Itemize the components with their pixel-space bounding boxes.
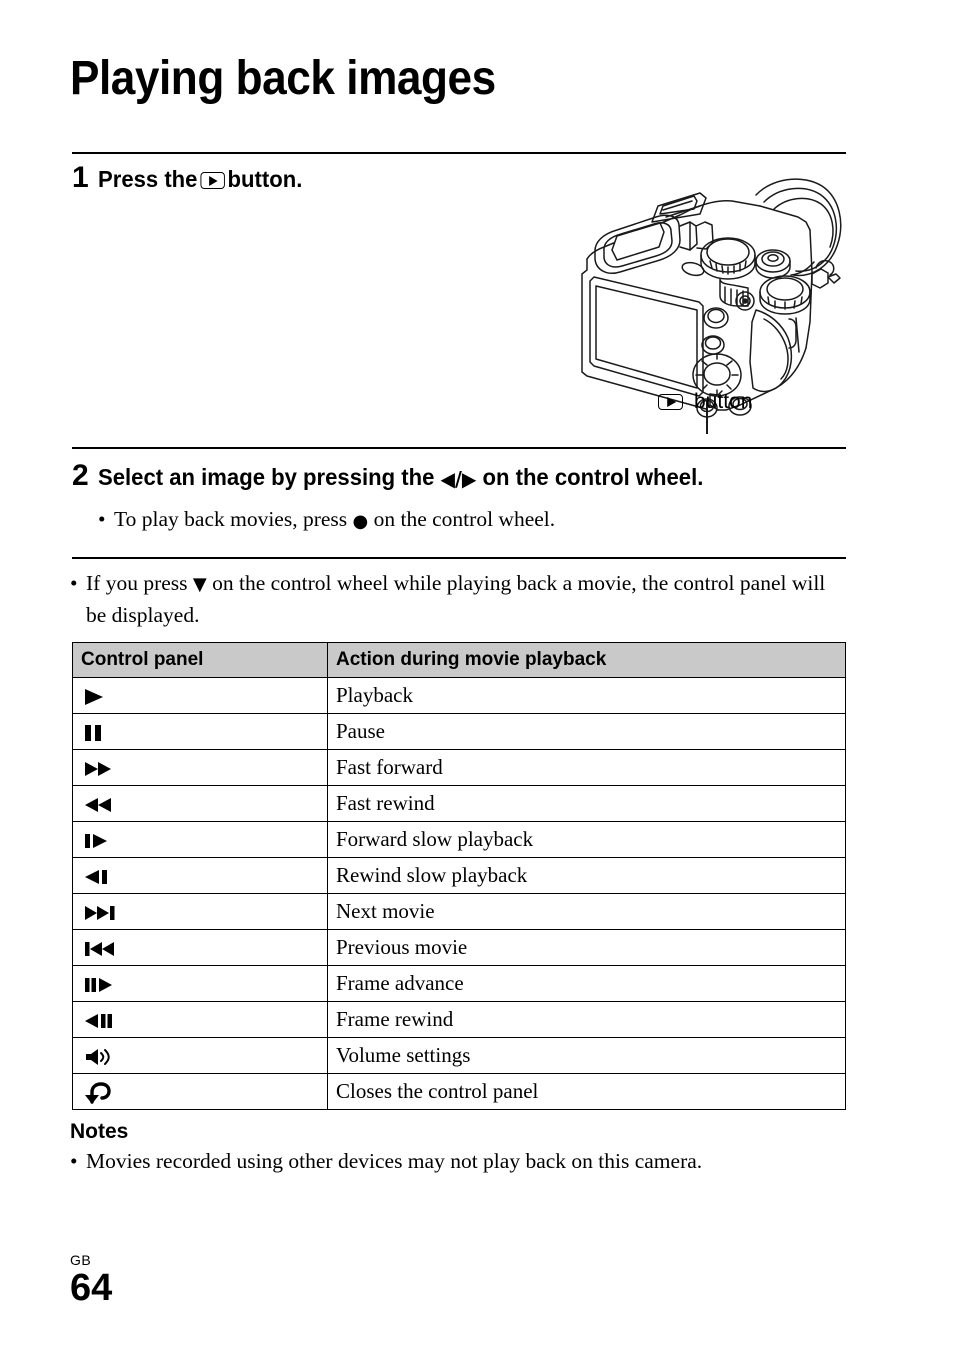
frame-rewind-icon (72, 1001, 328, 1038)
table-row: Volume settings (72, 1037, 846, 1074)
bullet-marker: • (98, 507, 106, 531)
table-row: Frame advance (72, 965, 846, 1002)
rule-above-step-2 (72, 447, 846, 449)
slow-rewind-icon (72, 857, 328, 894)
fast-rewind-icon (72, 785, 328, 822)
page-title: Playing back images (70, 52, 496, 105)
rule-above-intro-note (72, 557, 846, 559)
frame-advance-icon (72, 965, 328, 1002)
table-header-row: Control panel Action during movie playba… (72, 642, 846, 678)
table-row: Fast forward (72, 749, 846, 786)
row-action: Frame rewind (327, 1001, 846, 1038)
previous-movie-icon (72, 929, 328, 966)
center-button-icon: ● (352, 511, 369, 532)
row-action: Closes the control panel (327, 1073, 846, 1110)
bullet-marker: • (70, 571, 78, 595)
row-action: Previous movie (327, 929, 846, 966)
row-action: Fast forward (327, 749, 846, 786)
table-row: Forward slow playback (72, 821, 846, 858)
play-icon (72, 677, 328, 714)
step-1-text-before: Press the (97, 166, 198, 192)
slow-forward-icon (72, 821, 328, 858)
table-row: Fast rewind (72, 785, 846, 822)
step-2-text: Select an image by pressing the ◀/▶ on t… (97, 464, 704, 491)
callout-label: button (694, 390, 753, 413)
step-1-number: 1 (72, 161, 89, 194)
row-action: Volume settings (327, 1037, 846, 1074)
note-text: Movies recorded using other devices may … (86, 1149, 703, 1173)
left-right-arrows-icon: ◀/▶ (440, 467, 477, 491)
step-2: 2 Select an image by pressing the ◀/▶ on… (72, 461, 742, 491)
row-action: Forward slow playback (327, 821, 846, 858)
bullet-text-after: on the control wheel. (373, 507, 556, 531)
volume-icon (72, 1037, 328, 1074)
table-row: Closes the control panel (72, 1073, 846, 1110)
row-action: Next movie (327, 893, 846, 930)
footer-page-number: 64 (70, 1267, 113, 1309)
bullet-text-before: To play back movies, press (114, 507, 348, 531)
table-header-control-panel: Control panel (72, 642, 328, 678)
table-row: Playback (72, 677, 846, 714)
intro-note-text: If you press ▼ on the control wheel whil… (86, 568, 850, 630)
step-2-text-after: on the control wheel. (482, 464, 704, 490)
callout-playback-button: button (655, 390, 752, 414)
table-row: Frame rewind (72, 1001, 846, 1038)
playback-button-icon (658, 394, 683, 410)
step-1-text-after: button. (227, 166, 303, 192)
row-action: Playback (327, 677, 846, 714)
next-movie-icon (72, 893, 328, 930)
rule-under-title (72, 152, 846, 154)
table-row: Previous movie (72, 929, 846, 966)
page-footer: GB 64 (70, 1253, 112, 1308)
row-action: Frame advance (327, 965, 846, 1002)
footer-region-code: GB (70, 1252, 92, 1268)
fast-forward-icon (72, 749, 328, 786)
step-2-bullet-text: To play back movies, press ● on the cont… (114, 504, 555, 537)
playback-button-icon (199, 172, 225, 189)
step-2-text-before: Select an image by pressing the (97, 464, 435, 490)
table-header-action: Action during movie playback (327, 642, 846, 678)
row-action: Rewind slow playback (327, 857, 846, 894)
pause-icon (72, 713, 328, 750)
intro-note: • If you press ▼ on the control wheel wh… (70, 568, 850, 630)
bullet-marker: • (70, 1149, 78, 1173)
row-action: Pause (327, 713, 846, 750)
document-page: Playing back images 1 Press the button. (0, 0, 954, 1345)
down-arrow-icon: ▼ (192, 574, 207, 595)
step-1-text: Press the button. (97, 166, 303, 192)
notes-list: • Movies recorded using other devices ma… (70, 1147, 850, 1175)
intro-note-before: If you press (86, 571, 188, 595)
step-2-bullet: • To play back movies, press ● on the co… (98, 504, 798, 537)
control-panel-table: Control panel Action during movie playba… (72, 642, 846, 1110)
step-1: 1 Press the button. (72, 163, 315, 193)
table-row: Rewind slow playback (72, 857, 846, 894)
row-action: Fast rewind (327, 785, 846, 822)
table-row: Next movie (72, 893, 846, 930)
notes-heading: Notes (70, 1120, 129, 1143)
note-item: • Movies recorded using other devices ma… (70, 1147, 850, 1175)
table-row: Pause (72, 713, 846, 750)
return-icon (72, 1073, 328, 1110)
step-2-number: 2 (72, 459, 89, 492)
